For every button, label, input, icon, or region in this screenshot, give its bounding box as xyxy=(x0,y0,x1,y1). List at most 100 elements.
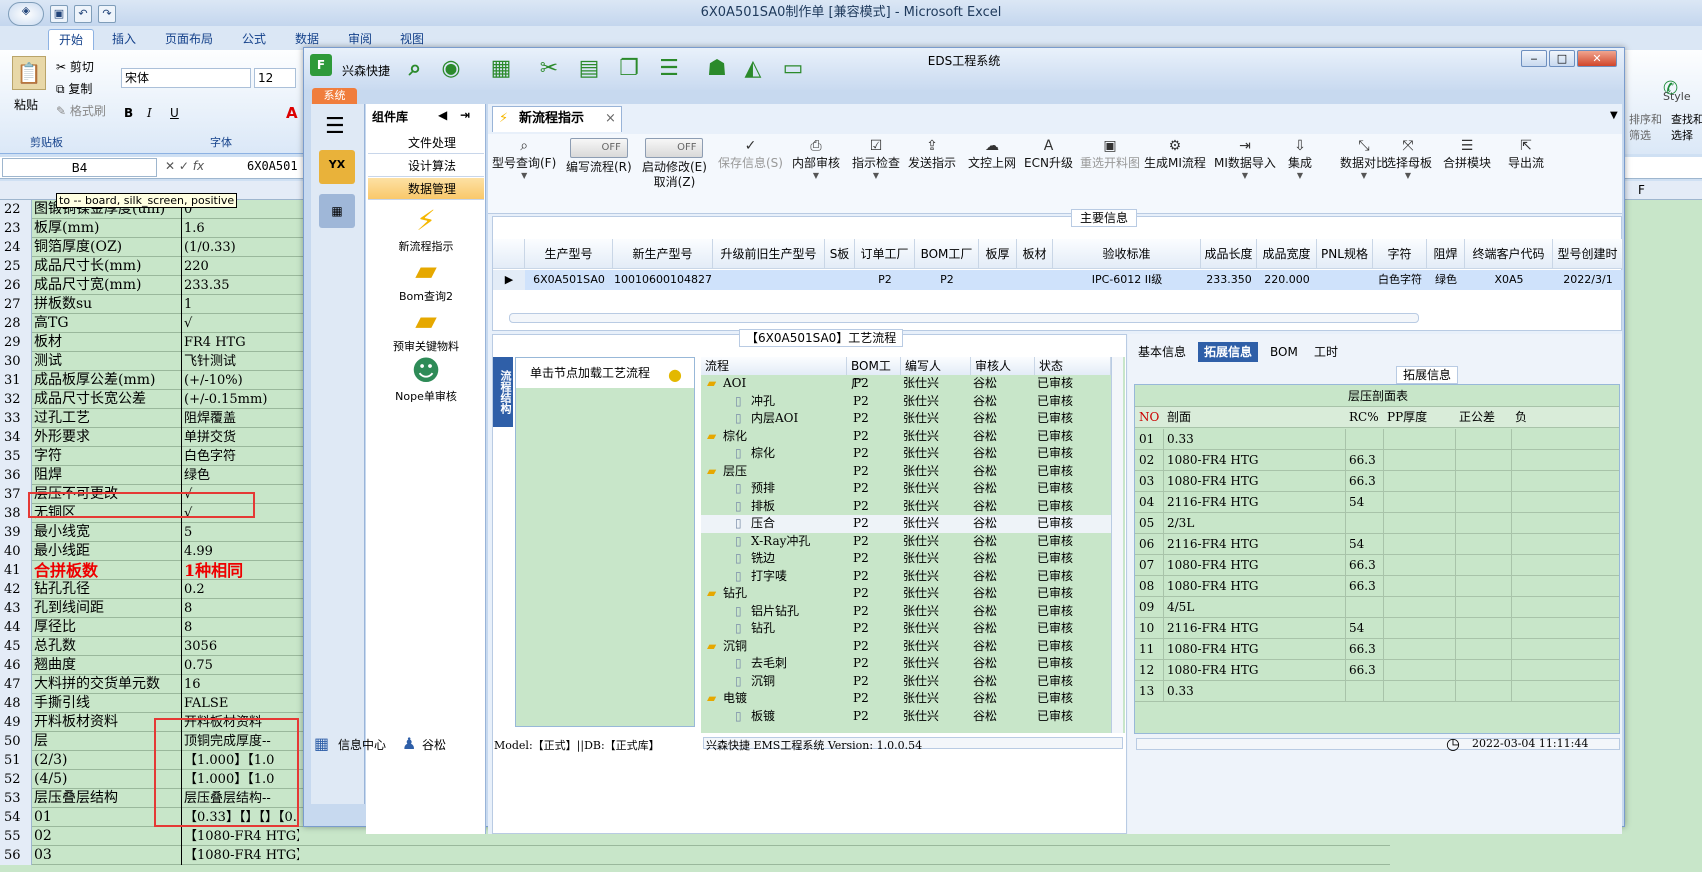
cell-value[interactable]: 233.35 xyxy=(184,276,299,295)
dropdown-arrow-icon[interactable]: ▼ xyxy=(1340,171,1388,180)
toolbar-button-16[interactable]: ⇱ 导出流 xyxy=(1508,138,1544,171)
cell-label[interactable]: 成品尺寸长(mm) xyxy=(34,257,182,276)
cell-label[interactable]: 板材 xyxy=(34,333,182,352)
toolbar-button-15[interactable]: ☰ 合拼模块 xyxy=(1443,138,1491,171)
cell-value[interactable]: FR4 HTG xyxy=(184,333,299,352)
tab-formulas[interactable]: 公式 xyxy=(232,29,276,50)
font-name-select[interactable]: 宋体 xyxy=(121,68,251,88)
row-number[interactable]: 25 xyxy=(0,257,32,276)
cell-value[interactable]: (+/-0.15mm) xyxy=(184,390,299,409)
tree-row[interactable]: ▰ 沉铜 P2 张仕兴 谷松 已审核 xyxy=(701,638,1111,656)
grid-header-cell[interactable]: S板 xyxy=(825,239,855,269)
cell-value[interactable]: √ xyxy=(184,314,299,333)
tab-insert[interactable]: 插入 xyxy=(102,29,146,50)
cell-label[interactable]: 高TG xyxy=(34,314,182,333)
row-number[interactable]: 43 xyxy=(0,599,32,618)
grid-cell[interactable]: 白色字符 xyxy=(1373,270,1427,290)
grid-cell[interactable]: P2 xyxy=(855,270,915,290)
tree-header-cell[interactable]: 流程 xyxy=(701,357,847,375)
grid-cell[interactable]: 10010600104827 xyxy=(613,270,713,290)
flow-tree[interactable]: 流程 BOM工厂 编写人 审核人 状态 ▰ AOI P2 张仕兴 谷松 已审核 ▯ 冲孔 P2 张仕兴 谷松已… xyxy=(701,357,1125,733)
grid-cell[interactable]: 6X0A501SA0 xyxy=(525,270,613,290)
cell-label[interactable]: 02 xyxy=(34,827,182,846)
cell-value[interactable]: FALSE xyxy=(184,694,299,713)
tree-row[interactable]: ▯ 压合 P2 张仕兴 谷松 已审核 xyxy=(701,515,1111,533)
comp-bom-query[interactable]: ▰ Bom查询2 xyxy=(370,254,482,304)
cell-value[interactable]: (1/0.33) xyxy=(184,238,299,257)
system-tab[interactable]: 系统 xyxy=(312,88,357,104)
cell-value[interactable]: 1 xyxy=(184,295,299,314)
row-number[interactable]: 55 xyxy=(0,827,32,846)
grid-cell[interactable]: 220.000 xyxy=(1257,270,1317,290)
dropdown-arrow-icon[interactable]: ▼ xyxy=(1384,171,1432,180)
pin-icon[interactable]: ⇥ xyxy=(460,108,470,122)
tree-row[interactable]: ▯ 铣边 P2 张仕兴 谷松 已审核 xyxy=(701,550,1111,568)
grid-cell[interactable]: 2022/3/1 xyxy=(1553,270,1623,290)
grid-header-cell[interactable]: 阻焊 xyxy=(1427,239,1465,269)
row-number[interactable]: 46 xyxy=(0,656,32,675)
ext-tab[interactable]: 基本信息 xyxy=(1132,342,1192,362)
maximize-button[interactable]: □ xyxy=(1549,50,1575,67)
comp-nope-audit[interactable]: ☻ Nope单审核 xyxy=(370,354,482,404)
grid-header-cell[interactable]: BOM工厂 xyxy=(915,239,979,269)
cell-label[interactable]: 外形要求 xyxy=(34,428,182,447)
chevron-left-icon[interactable]: ◀ xyxy=(438,108,447,122)
cell-label[interactable]: 板厚(mm) xyxy=(34,219,182,238)
close-button[interactable]: ✕ xyxy=(1577,50,1617,67)
cell-label[interactable]: 钻孔孔径 xyxy=(34,580,182,599)
cell-label[interactable]: 总孔数 xyxy=(34,637,182,656)
tab-page-layout[interactable]: 页面布局 xyxy=(155,29,223,50)
toolbar-button-1[interactable]: OFF 编写流程(R) xyxy=(566,138,632,175)
cell-label[interactable]: 最小线距 xyxy=(34,542,182,561)
toolbar-button-2[interactable]: OFF 启动修改(E) 取消(Z) xyxy=(642,138,707,190)
row-number[interactable]: 49 xyxy=(0,713,32,732)
toolbar-button-14[interactable]: ⤧ 选择母板 ▼ xyxy=(1384,138,1432,180)
cell-value[interactable]: 飞针测试 xyxy=(184,352,299,371)
cell-label[interactable]: 铜箔厚度(OZ) xyxy=(34,238,182,257)
table-row[interactable]: 03 1080-FR4 HTG 66.3 xyxy=(1135,471,1619,492)
tree-row[interactable]: ▯ 预排 P2 张仕兴 谷松 已审核 xyxy=(701,480,1111,498)
dropdown-arrow-icon[interactable]: ▼ xyxy=(1214,171,1276,180)
row-number[interactable]: 28 xyxy=(0,314,32,333)
grid-cell[interactable]: P2 xyxy=(915,270,979,290)
table-row[interactable]: 01 0.33 xyxy=(1135,429,1619,450)
row-number[interactable]: 51 xyxy=(0,751,32,770)
grid-cell[interactable] xyxy=(1317,270,1373,290)
cell-value[interactable]: 【1080-FR4 HTG】【66.3】【】【】 xyxy=(184,846,299,865)
tree-header-cell[interactable]: 状态 xyxy=(1035,357,1111,375)
dropdown-arrow-icon[interactable]: ▼ xyxy=(1288,171,1312,180)
tree-row[interactable]: ▰ 层压 P2 张仕兴 谷松 已审核 xyxy=(701,463,1111,481)
cell-label[interactable]: 成品板厚公差(mm) xyxy=(34,371,182,390)
row-number[interactable]: 48 xyxy=(0,694,32,713)
formula-input[interactable]: 6X0A501 xyxy=(247,159,298,173)
row-number[interactable]: 47 xyxy=(0,675,32,694)
tree-row[interactable]: ▯ 打字唛 P2 张仕兴 谷松 已审核 xyxy=(701,568,1111,586)
toolbar-button-4[interactable]: ⎙ 内部审核 ▼ xyxy=(792,138,840,180)
layer-profile-table[interactable]: 层压剖面表 NO 剖面 RC% PP厚度 正公差负 01 0.33 02 1080-FR4 HT… xyxy=(1134,384,1620,734)
tree-row[interactable]: ▰ 电镀 P2 张仕兴 谷松 已审核 xyxy=(701,690,1111,708)
cell-label[interactable]: 阻焊 xyxy=(34,466,182,485)
table-row[interactable]: 07 1080-FR4 HTG 66.3 xyxy=(1135,555,1619,576)
grid-cell[interactable] xyxy=(825,270,855,290)
tree-row[interactable]: ▯ 铝片钻孔 P2 张仕兴 谷松 已审核 xyxy=(701,603,1111,621)
grid-header-cell[interactable]: PNL规格 xyxy=(1317,239,1373,269)
layer-header-cell[interactable]: 正公差 xyxy=(1459,407,1495,428)
calculator-app-icon[interactable]: ▦ xyxy=(319,194,355,228)
grid-cell[interactable] xyxy=(979,270,1017,290)
cell-value[interactable]: 1.6 xyxy=(184,219,299,238)
grid-header-cell[interactable]: 订单工厂 xyxy=(855,239,915,269)
table-row[interactable]: 13 0.33 xyxy=(1135,681,1619,702)
row-number[interactable]: 40 xyxy=(0,542,32,561)
toolbar-button-3[interactable]: ✓ 保存信息(S) xyxy=(718,138,783,171)
font-color-button[interactable]: A xyxy=(286,104,298,122)
tab-home[interactable]: 开始 xyxy=(48,29,95,50)
grid-header-cell[interactable]: 字符 xyxy=(1373,239,1427,269)
row-number[interactable]: 22 xyxy=(0,200,32,219)
tree-row[interactable]: ▯ 去毛刺 P2 张仕兴 谷松 已审核 xyxy=(701,655,1111,673)
cell-label[interactable]: 翘曲度 xyxy=(34,656,182,675)
grid-cell[interactable] xyxy=(1017,270,1053,290)
tree-row[interactable]: ▰ AOI P2 张仕兴 谷松 已审核 xyxy=(701,375,1111,393)
cell-label[interactable]: 拼板数su xyxy=(34,295,182,314)
cell-value[interactable]: 绿色 xyxy=(184,466,299,485)
comp-item-file-processing[interactable]: 文件处理 xyxy=(368,132,484,154)
